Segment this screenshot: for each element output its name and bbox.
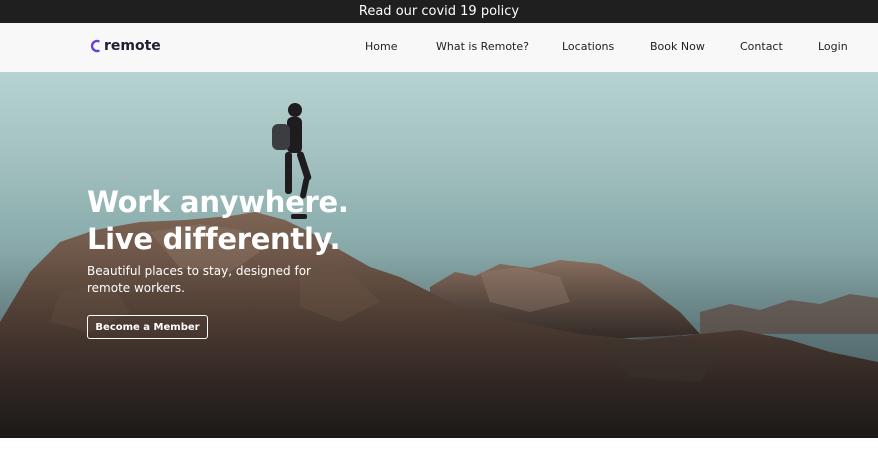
nav-locations[interactable]: Locations [562,40,614,53]
hero-section: Work anywhere. Live differently. Beautif… [0,72,878,438]
navbar: remote Home What is Remote? Locations Bo… [0,23,878,72]
headline-line-2: Live differently. [87,222,341,256]
nav-book-now[interactable]: Book Now [650,40,705,53]
announcement-bar: Read our covid 19 policy [0,0,878,23]
nav-links: Home What is Remote? Locations Book Now … [0,23,878,72]
nav-what-is-remote[interactable]: What is Remote? [436,40,529,53]
hero-headline: Work anywhere. Live differently. [87,184,349,258]
hero-subtext: Beautiful places to stay, designed for r… [87,264,311,295]
nav-home[interactable]: Home [365,40,397,53]
covid-policy-link[interactable]: Read our covid 19 policy [359,4,519,19]
nav-contact[interactable]: Contact [740,40,783,53]
become-member-button[interactable]: Become a Member [87,315,208,339]
nav-login[interactable]: Login [818,40,848,53]
headline-line-1: Work anywhere. [87,185,349,219]
